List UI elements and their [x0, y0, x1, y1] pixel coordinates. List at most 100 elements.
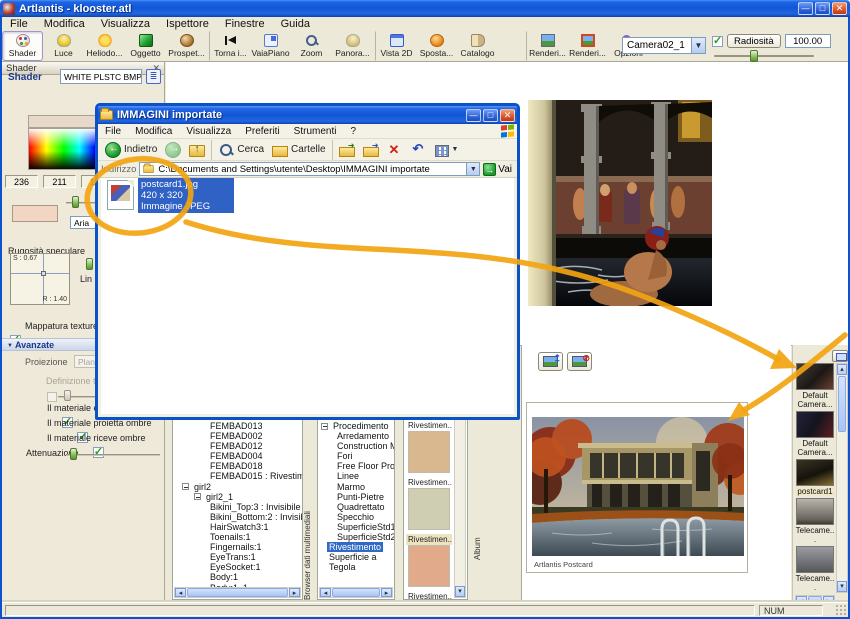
- explorer-toolbar-button[interactable]: ▼: [407, 140, 431, 160]
- add-image-button[interactable]: ↥: [538, 352, 563, 371]
- vertical-scrollbar[interactable]: ▴▾: [836, 363, 848, 593]
- explorer-titlebar[interactable]: IMMAGINI importate: [98, 106, 517, 124]
- tree-item[interactable]: Quadrettato: [319, 502, 394, 512]
- explorer-toolbar-button[interactable]: ▼: [332, 140, 359, 160]
- graph-handle[interactable]: [41, 271, 46, 276]
- tree-item[interactable]: SuperficieStd1: [319, 522, 394, 532]
- tree-item[interactable]: Construction Materi: [319, 441, 394, 451]
- radiosity-value-field[interactable]: 100.00: [785, 34, 831, 48]
- explorer-toolbar-button[interactable]: Cerca ▼: [211, 140, 268, 160]
- close-button[interactable]: [832, 2, 847, 15]
- tree-item[interactable]: FEMBAD002: [174, 431, 302, 441]
- toolbar-button[interactable]: Sposta...: [416, 31, 457, 61]
- shader-list-button[interactable]: ≣: [146, 69, 161, 84]
- minimize-button[interactable]: [798, 2, 813, 15]
- material-receives-shadows-checkbox[interactable]: [93, 447, 104, 458]
- explorer-toolbar-button[interactable]: ▼: [185, 140, 209, 160]
- texture-swatch[interactable]: [408, 488, 450, 530]
- explorer-toolbar-button[interactable]: Cartelle ▼: [268, 140, 329, 160]
- explorer-toolbar-button[interactable]: ▼: [431, 140, 463, 160]
- tree-item[interactable]: Toenails:1: [174, 532, 302, 542]
- menu-item[interactable]: Visualizza: [93, 18, 158, 30]
- go-button[interactable]: → Vai: [483, 163, 514, 176]
- menu-item[interactable]: Visualizza: [179, 126, 238, 137]
- tree-item[interactable]: Body:1: [174, 572, 302, 582]
- shader-slider-thumb[interactable]: [72, 196, 79, 208]
- resize-grip[interactable]: [835, 604, 847, 616]
- camera-item[interactable]: Telecame...: [795, 546, 835, 592]
- explorer-file-area[interactable]: postcard1.jpg 420 x 320 Immagine JPEG: [101, 178, 514, 414]
- chevron-down-icon[interactable]: ▼: [691, 38, 705, 53]
- texture-swatch[interactable]: [408, 545, 450, 587]
- scroll-right-icon[interactable]: ▸: [381, 588, 392, 597]
- texture-item[interactable]: Rivestimen...: [406, 534, 454, 587]
- tree-item[interactable]: Fingernails:1: [174, 542, 302, 552]
- tree-item[interactable]: Bikini_Bottom:2 : Invisibile: [174, 512, 302, 522]
- slider-thumb[interactable]: [750, 50, 758, 62]
- rgb-green-field[interactable]: 211: [43, 175, 76, 188]
- specular-roughness-graph[interactable]: S : 0.67 R : 1.40: [10, 253, 70, 305]
- menu-item[interactable]: Ispettore: [158, 18, 217, 30]
- minimize-button[interactable]: [466, 109, 481, 122]
- camera-item[interactable]: Telecame...: [795, 498, 835, 544]
- tree-item[interactable]: HairSwatch3:1: [174, 522, 302, 532]
- toolbar-button[interactable]: Shader: [2, 31, 43, 61]
- camera-item[interactable]: postcard1: [795, 459, 835, 496]
- expand-icon[interactable]: [321, 423, 328, 430]
- horizontal-scrollbar[interactable]: ◂▸: [319, 587, 393, 598]
- chevron-down-icon[interactable]: ▼: [452, 146, 459, 153]
- menu-item[interactable]: File: [2, 18, 36, 30]
- menu-item[interactable]: ?: [343, 126, 363, 137]
- camera-item[interactable]: Default Camera...: [795, 363, 835, 409]
- tree-item[interactable]: FEMBAD004: [174, 451, 302, 461]
- lin-slider-thumb[interactable]: [86, 258, 93, 270]
- menu-item[interactable]: Preferiti: [238, 126, 286, 137]
- texture-definition-checkbox[interactable]: [47, 392, 57, 402]
- menu-item[interactable]: Modifica: [36, 18, 93, 30]
- scroll-left-icon[interactable]: ◂: [175, 588, 186, 597]
- explorer-toolbar-button[interactable]: Indietro ▼: [101, 140, 161, 160]
- postcard-preview-card[interactable]: Artlantis Postcard: [526, 402, 748, 573]
- tree-item[interactable]: EyeTrans:1: [174, 552, 302, 562]
- tree-item[interactable]: Bikini_Top:3 : Invisibile: [174, 502, 302, 512]
- toolbar-button[interactable]: Heliodo...: [84, 31, 125, 61]
- scroll-right-icon[interactable]: ▸: [289, 588, 300, 597]
- tree-item[interactable]: Fori: [319, 451, 394, 461]
- toolbar-button[interactable]: Torna i...: [209, 31, 250, 61]
- tree-item[interactable]: Specchio: [319, 512, 394, 522]
- maximize-button[interactable]: [483, 109, 498, 122]
- radiosity-slider[interactable]: [712, 50, 840, 62]
- toolbar-button[interactable]: Vista 2D: [375, 31, 416, 61]
- texture-definition-slider-thumb[interactable]: [64, 390, 71, 401]
- camera-item[interactable]: Default Camera...: [795, 411, 835, 457]
- camera-thumbnail[interactable]: [796, 546, 834, 573]
- tree-item[interactable]: girl2_1: [174, 492, 302, 502]
- toolbar-button[interactable]: Zoom: [291, 31, 332, 61]
- tree-item[interactable]: Arredamento: [319, 431, 394, 441]
- aria-select[interactable]: Aria: [70, 216, 98, 229]
- toolbar-button[interactable]: Oggetto: [125, 31, 166, 61]
- current-color-swatch[interactable]: [12, 205, 58, 222]
- toolbar-button[interactable]: Renderi...: [567, 31, 608, 61]
- texture-swatch[interactable]: [408, 431, 450, 473]
- menu-item[interactable]: Modifica: [128, 126, 179, 137]
- toolbar-button[interactable]: Catalogo: [457, 31, 498, 61]
- tree-item[interactable]: Procedimento: [319, 421, 394, 431]
- menu-item[interactable]: File: [98, 126, 128, 137]
- expand-icon[interactable]: [194, 493, 201, 500]
- tree-item[interactable]: FEMBAD012: [174, 441, 302, 451]
- explorer-toolbar-button[interactable]: ▼: [161, 140, 185, 160]
- file-item-postcard1[interactable]: postcard1.jpg 420 x 320 Immagine JPEG: [107, 178, 234, 213]
- toolbar-button[interactable]: VaiaPiano: [250, 31, 291, 61]
- tree-item[interactable]: Rivestimento: [319, 542, 394, 552]
- camera-select[interactable]: Camera02_1 ▼: [622, 37, 706, 54]
- tree-item[interactable]: Tegola: [319, 562, 394, 572]
- remove-image-button[interactable]: ⊘: [567, 352, 592, 371]
- tree-item[interactable]: FEMBAD015 : Rivestimento004: [174, 471, 302, 481]
- toolbar-button[interactable]: Panora...: [332, 31, 373, 61]
- rgb-red-field[interactable]: 236: [5, 175, 38, 188]
- horizontal-scrollbar[interactable]: ◂▸: [174, 587, 301, 598]
- texture-item[interactable]: Rivestimen...: [406, 420, 454, 473]
- tree-item[interactable]: Punti-Pietre: [319, 492, 394, 502]
- scroll-down-icon[interactable]: ▾: [455, 586, 465, 597]
